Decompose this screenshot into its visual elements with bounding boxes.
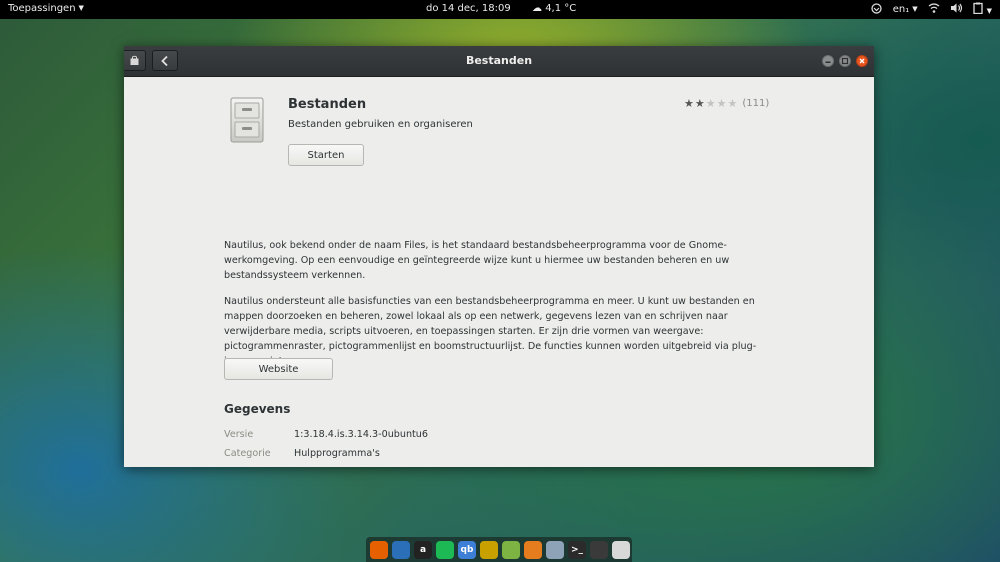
description-paragraph: Nautilus, ook bekend onder de naam Files… <box>224 240 730 281</box>
star-filled-icon: ★ <box>684 97 694 110</box>
filezilla-icon[interactable] <box>480 540 498 559</box>
wifi-icon[interactable] <box>928 2 940 17</box>
rating[interactable]: ★ ★ ★ ★ ★ (111) <box>684 97 769 110</box>
star-empty-icon: ★ <box>716 97 727 110</box>
firefox-icon[interactable] <box>370 540 388 559</box>
detail-label: Categorie <box>224 448 271 459</box>
applications-menu-label: Toepassingen <box>8 3 76 14</box>
spotify-icon[interactable] <box>436 540 454 559</box>
app-summary: Bestanden gebruiken en organiseren <box>288 119 473 130</box>
star-empty-icon: ★ <box>727 97 738 110</box>
thunderbird-icon[interactable] <box>392 540 410 559</box>
language-label: en₁ <box>892 4 910 15</box>
app-details: Bestanden Bestanden gebruiken en organis… <box>124 76 874 467</box>
window-title: Bestanden <box>465 54 533 67</box>
maximize-button[interactable] <box>839 55 851 67</box>
file-cabinet-icon <box>230 97 264 143</box>
weather-temperature: 4,1 °C <box>545 3 577 14</box>
tray-app-icon[interactable] <box>870 2 883 17</box>
star-empty-icon: ★ <box>705 97 716 110</box>
chevron-down-icon: ▼ <box>912 5 918 13</box>
close-button[interactable] <box>856 55 868 67</box>
review-count[interactable]: (111) <box>742 98 769 109</box>
rss-icon[interactable] <box>502 540 520 559</box>
close-icon <box>859 58 865 64</box>
chevron-down-icon: ▼ <box>78 4 84 12</box>
top-panel: Toepassingen ▼ do 14 dec, 18:09 ☁ 4,1 °C … <box>0 0 1000 19</box>
software-window: Bestanden Bestanden Bestanden gebruiken … <box>124 46 874 467</box>
minimize-icon <box>825 61 831 63</box>
system-menu[interactable]: ▼ <box>972 2 992 17</box>
header-bar: Bestanden <box>124 46 874 77</box>
files-icon[interactable] <box>546 540 564 559</box>
applications-menu[interactable]: Toepassingen ▼ <box>8 3 84 14</box>
star-filled-icon: ★ <box>694 97 705 110</box>
system-tray: en₁ ▼ ▼ <box>870 2 992 17</box>
maximize-icon <box>841 57 849 65</box>
clipboard-icon <box>972 2 983 15</box>
weather-indicator[interactable]: ☁ 4,1 °C <box>532 3 576 14</box>
volume-icon[interactable] <box>950 2 963 17</box>
detail-label: Versie <box>224 429 254 440</box>
chevron-down-icon: ▼ <box>986 7 992 15</box>
qbittorrent-icon[interactable]: qb <box>458 540 476 559</box>
keyboard-layout-indicator[interactable]: en₁ ▼ <box>893 4 918 15</box>
software-center-icon[interactable]: a <box>414 540 432 559</box>
terminal-icon[interactable]: >_ <box>568 540 586 559</box>
detail-value: 1:3.18.4.is.3.14.3-0ubuntu6 <box>294 429 428 440</box>
settings-icon[interactable] <box>524 540 542 559</box>
trash-icon[interactable] <box>612 540 630 559</box>
cloud-icon: ☁ <box>532 3 542 14</box>
website-button[interactable]: Website <box>224 358 333 380</box>
details-heading: Gegevens <box>224 402 291 416</box>
launch-button[interactable]: Starten <box>288 144 364 166</box>
app-name: Bestanden <box>288 97 367 112</box>
dock: a qb >_ <box>366 537 632 562</box>
detail-value: Hulpprogramma's <box>294 448 380 459</box>
minimize-button[interactable] <box>822 55 834 67</box>
clock[interactable]: do 14 dec, 18:09 <box>426 3 511 14</box>
privacy-icon[interactable] <box>590 540 608 559</box>
